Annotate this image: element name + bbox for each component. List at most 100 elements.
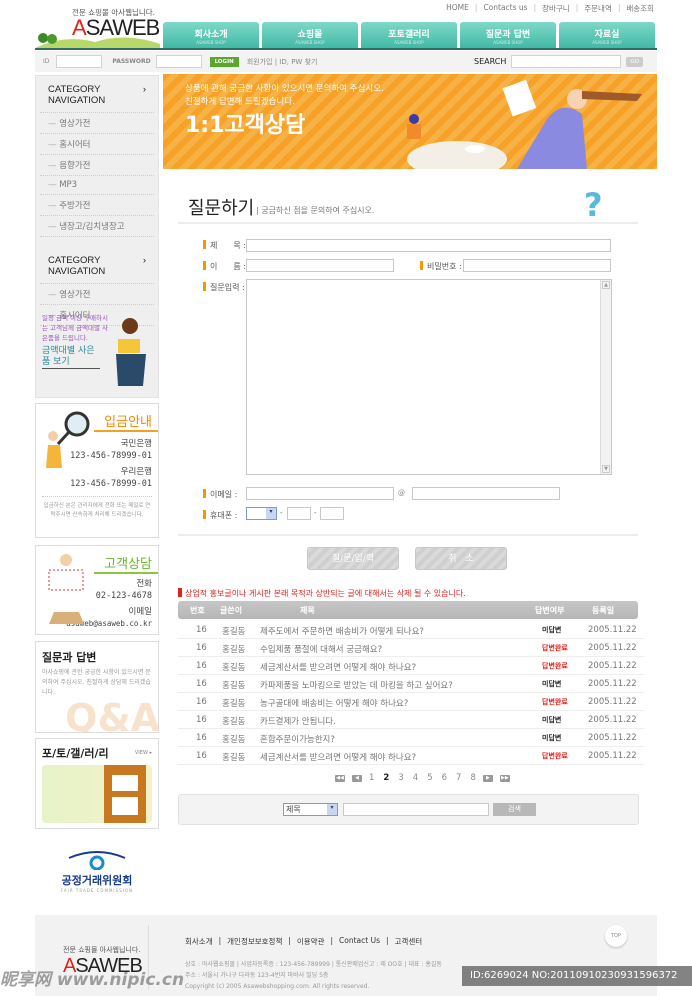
tab-shop[interactable]: 쇼핑몰 ASAWEB SHOP xyxy=(262,22,358,49)
next-page-icon[interactable]: ▶ xyxy=(482,774,493,782)
category-sidebar: CATEGORY NAVIGATION› 영상가전 홈시어터 음향가전 MP3 … xyxy=(35,75,159,398)
page-link[interactable]: 6 xyxy=(442,773,447,783)
orders-link[interactable]: 주문내역 xyxy=(584,3,612,14)
question-mark-icon: ? xyxy=(584,186,603,224)
page-link[interactable]: 1 xyxy=(369,773,374,783)
table-row[interactable]: 16 홍길동 세금계산서를 받으려면 어떻게 해야 하나요? 답변완료 2005… xyxy=(178,657,644,675)
table-row[interactable]: 16 홍길동 혼합주문이가능한지? 미답변 2005.11.22 xyxy=(178,729,644,747)
cancel-button[interactable]: 취 소 xyxy=(415,547,507,570)
id-input[interactable] xyxy=(56,55,103,68)
go-button[interactable]: GO xyxy=(626,56,643,67)
category-item[interactable]: 음향가전 xyxy=(40,155,154,176)
subject-label: 제 목 : xyxy=(203,240,246,251)
gallery-image[interactable] xyxy=(42,765,152,823)
phone-middle-input[interactable] xyxy=(287,507,311,520)
table-row[interactable]: 16 홍길동 수입제품 품절에 대해서 궁금해요? 답변완료 2005.11.2… xyxy=(178,639,644,657)
page-link[interactable]: 4 xyxy=(413,773,418,783)
table-row[interactable]: 16 홍길동 카파제품을 노마킹으로 받았는 데 마킹을 하고 싶어요? 미답변… xyxy=(178,675,644,693)
password-input[interactable] xyxy=(155,55,202,68)
password-field[interactable] xyxy=(463,259,611,272)
row-title-link[interactable]: 세금계산서를 받으려면 어떻게 해야 하나요? xyxy=(260,751,416,763)
page-link[interactable]: 7 xyxy=(456,773,461,783)
qna-box[interactable]: Q&A 질문과 답변 아사쇼핑에 관한 궁금한 사항이 있으시면 문의하여 주십… xyxy=(35,641,159,733)
ftc-logo[interactable]: 공정거래위원회 FAIR TRADE COMMISSION xyxy=(35,850,159,893)
top-links: HOME | Contacts us | 장바구니 | 주문내역 | 배송조회 xyxy=(446,3,654,14)
question-textarea[interactable]: ▲ ▼ xyxy=(246,279,612,475)
nav-divider xyxy=(35,48,657,50)
back-to-top-button[interactable]: TOP xyxy=(605,925,627,947)
page-link[interactable]: 8 xyxy=(470,773,475,783)
board-search-input[interactable] xyxy=(343,803,489,816)
textarea-scrollbar[interactable]: ▲ ▼ xyxy=(600,280,611,474)
reading-girl-illustration xyxy=(116,318,146,386)
login-button[interactable]: LOGIN xyxy=(209,56,239,67)
qna-deco: Q&A xyxy=(65,696,159,733)
page-link[interactable]: 5 xyxy=(427,773,432,783)
chevron-down-icon: ▾ xyxy=(327,804,337,815)
submit-question-button[interactable]: 질/문/입/력 xyxy=(307,547,399,570)
delivery-link[interactable]: 배송조회 xyxy=(626,3,654,14)
last-page-icon[interactable]: ▶▶ xyxy=(499,774,510,782)
chevron-down-icon: ▾ xyxy=(266,508,276,519)
phone-prefix-select[interactable]: ▾ xyxy=(246,507,277,520)
category-item[interactable]: 홈시어터 xyxy=(40,134,154,155)
table-row[interactable]: 16 홍길동 세금계산서를 받으려면 어떻게 해야 하나요? 답변완료 2005… xyxy=(178,747,644,765)
category-item[interactable]: 영상가전 xyxy=(40,284,154,305)
tab-qna[interactable]: 질문과 답변 ASAWEB SHOP xyxy=(460,22,556,49)
banner: 상품에 관해 궁금한 사항이 있으시면 문의하여 주십시오. 친절하게 답변해 드… xyxy=(163,74,657,169)
category-item[interactable]: MP3 xyxy=(40,176,154,195)
table-row[interactable]: 16 홍길동 농구골대에 배송비는 어떻게 해야 하나요? 답변완료 2005.… xyxy=(178,693,644,711)
first-page-icon[interactable]: ◀◀ xyxy=(335,774,345,782)
category-item[interactable]: 냉장고/김치냉장고 xyxy=(40,216,154,237)
page-link[interactable]: 2 xyxy=(383,773,389,783)
row-number: 16 xyxy=(196,661,207,671)
tab-company[interactable]: 회사소개 ASAWEB SHOP xyxy=(163,22,259,49)
row-title-link[interactable]: 제주도에서 주문하면 배송비가 어떻게 되나요? xyxy=(260,625,424,637)
watermark-left: 昵享网 www.nipic.cn xyxy=(0,970,185,990)
ftc-emblem-icon xyxy=(68,851,126,871)
row-author: 홍길동 xyxy=(222,699,246,709)
pagination: ◀◀ ◀ 12345678 ▶ ▶▶ xyxy=(335,773,510,783)
notice-text: 상업적 홍보글이나 게시판 본래 목적과 상반되는 글에 대해서는 삭제 될 수… xyxy=(178,588,466,599)
tab-archive[interactable]: 자료실 ASAWEB SHOP xyxy=(559,22,655,49)
content-label: 질문입력 : xyxy=(203,282,245,293)
name-input[interactable] xyxy=(246,259,394,272)
home-link[interactable]: HOME xyxy=(446,3,469,14)
tab-gallery[interactable]: 포토갤러리 ASAWEB SHOP xyxy=(361,22,457,49)
join-find-link[interactable]: 회원가입 | ID, PW 찾기 xyxy=(247,57,318,67)
category-item[interactable]: 주방가전 xyxy=(40,195,154,216)
row-title-link[interactable]: 혼합주문이가능한지? xyxy=(260,733,335,745)
table-row[interactable]: 16 홍길동 제주도에서 주문하면 배송비가 어떻게 되나요? 미답변 2005… xyxy=(178,621,644,639)
email-id-input[interactable] xyxy=(246,487,394,500)
form-divider xyxy=(178,534,638,536)
subject-input[interactable] xyxy=(246,239,611,252)
row-title-link[interactable]: 수입제품 품절에 대해서 궁금해요? xyxy=(260,643,382,655)
deposit-info-box: 입금안내 국민은행 123-456-78999-01 우리은행 123-456-… xyxy=(35,403,159,538)
row-author: 홍길동 xyxy=(222,645,246,655)
deposit-title: 입금안내 xyxy=(94,404,158,432)
customer-consult-box: 고객상담 전화 02-123-4678 이메일 asaweb@asaweb.co… xyxy=(35,545,159,635)
prev-page-icon[interactable]: ◀ xyxy=(352,774,362,782)
contacts-link[interactable]: Contacts us xyxy=(483,3,527,14)
gallery-view-link[interactable]: VIEW ▸ xyxy=(135,750,152,756)
row-number: 16 xyxy=(196,733,207,743)
category-item[interactable]: 영상가전 xyxy=(40,113,154,134)
search-field-select[interactable]: 제목 ▾ xyxy=(283,803,338,816)
site-search-input[interactable] xyxy=(511,55,622,68)
category-header[interactable]: CATEGORY NAVIGATION › xyxy=(40,247,154,284)
promo-link[interactable]: 금액대별 사은품 보기 xyxy=(42,346,100,369)
row-title-link[interactable]: 농구골대에 배송비는 어떻게 해야 하나요? xyxy=(260,697,408,709)
category-header[interactable]: CATEGORY NAVIGATION › xyxy=(40,76,154,113)
board-search-button[interactable]: 검색 xyxy=(493,803,536,816)
table-row[interactable]: 16 홍길동 카드결제가 안됩니다. 미답변 2005.11.22 xyxy=(178,711,644,729)
email-domain-input[interactable] xyxy=(412,487,560,500)
page-link[interactable]: 3 xyxy=(398,773,403,783)
row-title-link[interactable]: 카드결제가 안됩니다. xyxy=(260,715,336,727)
row-date: 2005.11.22 xyxy=(588,697,637,707)
cart-link[interactable]: 장바구니 xyxy=(542,3,570,14)
promo-text: 일정 금액 이상 구매하시는 고객님께 금액대별 사은품을 드립니다. xyxy=(42,314,108,342)
phone-last-input[interactable] xyxy=(320,507,344,520)
row-title-link[interactable]: 세금계산서를 받으려면 어떻게 해야 하나요? xyxy=(260,661,416,673)
row-title-link[interactable]: 카파제품을 노마킹으로 받았는 데 마킹을 하고 싶어요? xyxy=(260,679,453,691)
hills-illustration xyxy=(35,33,160,48)
